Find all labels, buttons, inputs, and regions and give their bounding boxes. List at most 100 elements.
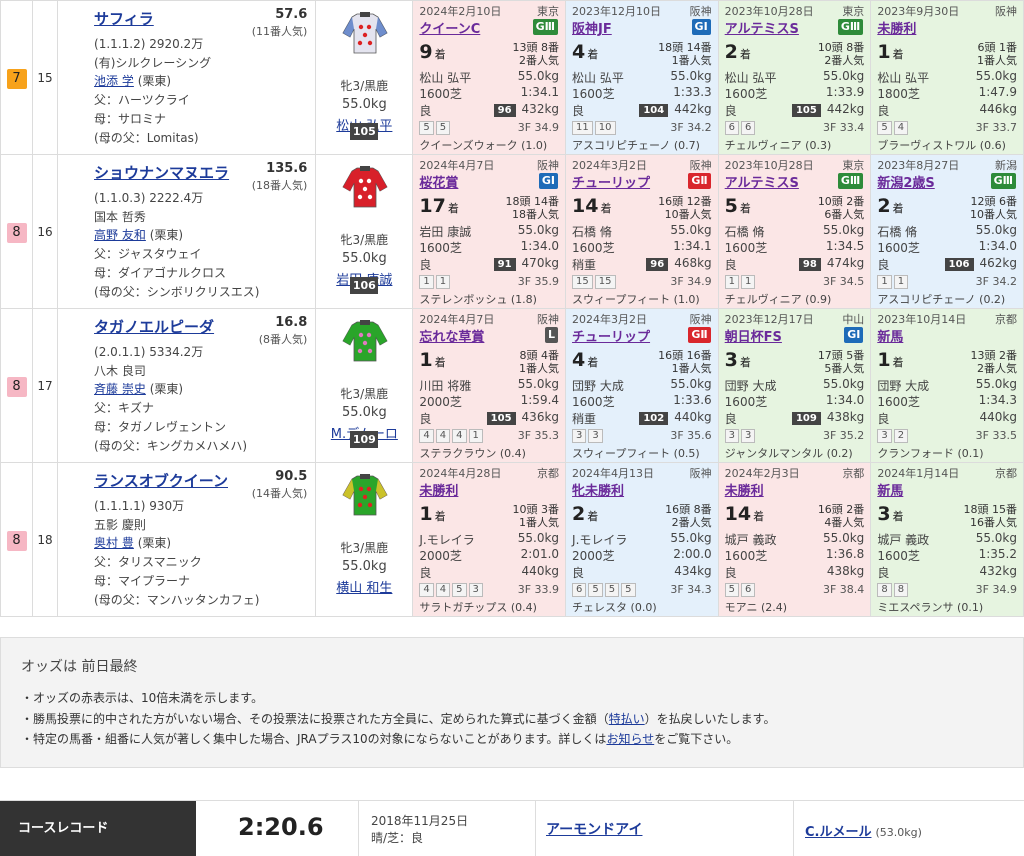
body-weight: 432kg: [979, 564, 1017, 578]
past-distance-row: 1600芝 1:33.9: [725, 85, 865, 101]
trainer-region: (栗東): [149, 382, 184, 397]
past-race-name-link[interactable]: 新馬: [877, 480, 903, 499]
past-jockey-row: 松山 弘平 55.0kg: [419, 69, 559, 85]
past-distance: 1600芝: [419, 87, 462, 101]
past-condition-row: 稍重 102 440kg: [572, 410, 712, 426]
speed-index-badge: 105: [791, 104, 821, 117]
damsire: (母の父：シンボリクリスエス): [94, 284, 260, 299]
course-record-label: コースレコード: [0, 801, 196, 856]
past-race-name-link[interactable]: アルテミスS: [725, 18, 799, 37]
jockey-link[interactable]: 横山 和生: [316, 577, 412, 596]
corner-box: 5: [604, 583, 620, 597]
past-jockey-row: J.モレイラ 55.0kg: [419, 531, 559, 547]
course-record-horse[interactable]: アーモンドアイ: [546, 819, 642, 839]
last-3f: 3F 38.4: [822, 583, 865, 596]
past-race-name-link[interactable]: チューリップ: [572, 172, 650, 191]
field-popularity: 2番人気: [977, 362, 1017, 375]
field-info: 10頭 8番 2番人気: [818, 41, 865, 67]
past-race-name-link[interactable]: 朝日杯FS: [725, 326, 782, 345]
trainer-line: 高野 友和 (栗東): [94, 226, 259, 245]
past-jockey-row: 松山 弘平 55.0kg: [877, 69, 1017, 85]
past-race-cell: 2023年8月27日 新潟 新潟2歳S GⅢ 2 着 12頭 6番 10番人気 石橋 脩 55.0…: [870, 154, 1024, 309]
track-condition: 良: [724, 412, 737, 426]
past-time: 1:47.9: [978, 85, 1017, 99]
damsire: (母の父：キングカメハメハ): [94, 438, 248, 453]
past-race-name-link[interactable]: 新馬: [877, 326, 903, 345]
past-race-cell: 2024年2月10日 東京 クイーンC GⅢ 9 着 13頭 8番 2番人気 松山 弘平 55.0…: [412, 0, 567, 155]
past-jockey-row: 川田 将雅 55.0kg: [419, 377, 559, 393]
past-race-venue: 京都: [842, 467, 865, 480]
past-race-name-link[interactable]: 新潟2歳S: [877, 172, 934, 191]
corner-box: 5: [419, 121, 434, 135]
past-race-name-link[interactable]: 未勝利: [419, 480, 458, 499]
corner-box: 5: [452, 583, 467, 597]
winner-name: ステラクラウン (0.4): [419, 447, 526, 460]
past-race-venue: 中山: [842, 313, 865, 326]
past-race-name-link[interactable]: アルテミスS: [725, 172, 799, 191]
horse-name-link[interactable]: ショウナンマヌエラ: [94, 162, 229, 183]
finish-number: 4: [572, 41, 586, 63]
track-condition: 良: [572, 104, 585, 118]
past-race-name-link[interactable]: 未勝利: [877, 18, 916, 37]
past-race-name-link[interactable]: 牝未勝利: [572, 480, 624, 499]
jockey-cell: 牝3/黒鹿55.0kgM.デムーロ109: [315, 308, 414, 463]
corner-positions: 11 10: [572, 121, 617, 135]
winner-name: アスコリピチェーノ (0.2): [877, 293, 1006, 306]
notice-link[interactable]: お知らせ: [606, 732, 654, 746]
sex-age: 牝3/黒鹿: [340, 541, 389, 555]
special-refund-link[interactable]: 特払い: [609, 712, 645, 726]
past-race-name-link[interactable]: 桜花賞: [419, 172, 458, 191]
past-race-name-link[interactable]: チューリップ: [572, 326, 650, 345]
trainer-link[interactable]: 斉藤 崇史: [94, 382, 146, 396]
past-jockey: 松山 弘平: [724, 71, 777, 85]
field-size: 16頭 2番: [817, 503, 865, 516]
past-jockey-row: 松山 弘平 55.0kg: [725, 69, 865, 85]
past-race-name-link[interactable]: クイーンC: [419, 18, 480, 37]
corner-box: 3: [468, 583, 483, 597]
sire: 父：キズナ: [94, 401, 155, 416]
past-race-cell: 2024年1月14日 京都 新馬 3 着 18頭 15番 16番人気 城戸 義政 55.0kg 1…: [870, 462, 1024, 617]
grade-badge: GⅡ: [688, 327, 711, 343]
last-3f: 3F 34.3: [670, 583, 712, 596]
odds-notes: オッズは 前日最終 ・オッズの赤表示は、10倍未満を示します。 ・勝馬投票に的中…: [0, 637, 1024, 768]
popularity: (11番人気): [251, 25, 308, 38]
body-weight-group: 438kg: [827, 564, 864, 578]
race-card-page: 7 15 サフィラ 57.6 (11番人気) (1.1.1.2) 2920.2万 (有)シル…: [0, 0, 1024, 856]
trainer-link[interactable]: 奥村 豊: [94, 536, 134, 550]
body-weight-group: 434kg: [674, 564, 711, 578]
horse-name-link[interactable]: サフィラ: [94, 8, 154, 29]
winner-name: チェルヴィニア (0.9): [724, 293, 832, 306]
horse-name-link[interactable]: タガノエルピーダ: [94, 316, 214, 337]
grade-badge: L: [545, 327, 559, 343]
trainer-link[interactable]: 高野 友和: [94, 228, 146, 242]
past-jockey: 城戸 義政: [877, 533, 930, 547]
horse-name-link[interactable]: ランスオブクイーン: [94, 470, 228, 491]
speed-index-badge: 96: [646, 258, 669, 271]
past-race-date: 2023年10月14日: [877, 313, 967, 326]
past-distance: 1600芝: [877, 241, 920, 255]
past-distance-row: 1600芝 1:34.5: [725, 239, 865, 255]
trainer-link[interactable]: 池添 学: [94, 74, 134, 88]
past-jockey: 川田 将雅: [419, 379, 472, 393]
past-race-venue: 京都: [995, 467, 1017, 480]
past-distance: 1600芝: [877, 395, 920, 409]
past-jockey-row: 団野 大成 55.0kg: [877, 377, 1017, 393]
track-condition: 良: [419, 566, 432, 580]
past-condition-row: 良 434kg: [572, 564, 712, 580]
past-race-cell: 2024年3月2日 阪神 チューリップ GⅡ 4 着 16頭 16番 1番人気 団野 大成 55.…: [565, 308, 719, 463]
past-distance: 1600芝: [724, 87, 768, 101]
finish-number: 2: [724, 41, 738, 63]
past-race-name-link[interactable]: 未勝利: [725, 480, 764, 499]
note-line-3: ・特定の馬番・組番に人気が著しく集中した場合、JRAプラス10の対象にならないこ…: [21, 732, 739, 746]
course-record-jockey-link[interactable]: C.ルメール: [805, 825, 871, 840]
field-size: 18頭 14番: [658, 41, 712, 54]
past-distance-row: 1600芝 1:35.2: [877, 547, 1017, 563]
past-condition-row: 良 432kg: [877, 564, 1017, 580]
past-time: 2:00.0: [673, 547, 712, 561]
last-3f: 3F 34.9: [670, 275, 712, 288]
past-race-venue: 東京: [842, 159, 865, 172]
past-weight: 55.0kg: [823, 377, 865, 391]
past-race-name-link[interactable]: 忘れな草賞: [419, 326, 484, 345]
past-time: 1:33.9: [825, 85, 865, 99]
past-race-name-link[interactable]: 阪神JF: [572, 18, 612, 37]
